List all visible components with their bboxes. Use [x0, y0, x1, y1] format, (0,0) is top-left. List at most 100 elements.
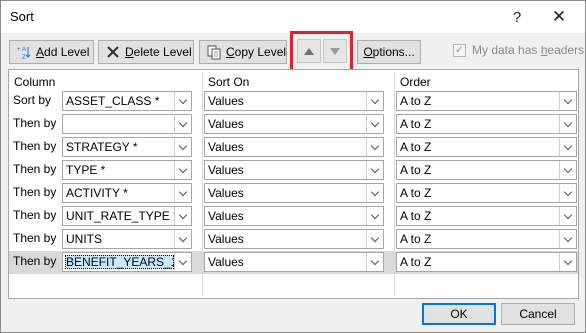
dropdown-arrow-icon[interactable] [174, 207, 191, 225]
help-button[interactable]: ? [497, 1, 537, 33]
dropdown-arrow-icon[interactable] [174, 161, 191, 179]
dropdown-arrow-icon[interactable] [174, 253, 191, 271]
order-select[interactable]: A to Z [396, 183, 577, 203]
add-level-icon: + A Z [16, 44, 32, 60]
order-select[interactable]: A to Z [396, 137, 577, 157]
dropdown-arrow-icon[interactable] [366, 253, 383, 271]
column-select[interactable] [62, 114, 192, 134]
ok-label: OK [450, 307, 468, 321]
column-header-column: Column [14, 75, 56, 89]
dropdown-arrow-icon[interactable] [174, 115, 191, 133]
cancel-button[interactable]: Cancel [501, 303, 575, 325]
dropdown-arrow-icon[interactable] [174, 184, 191, 202]
delete-level-button[interactable]: Delete Level [98, 40, 194, 64]
sort-on-select-value: Values [208, 209, 244, 223]
dropdown-arrow-icon[interactable] [174, 92, 191, 110]
order-select[interactable]: A to Z [396, 252, 577, 272]
sort-on-select-value: Values [208, 255, 244, 269]
order-select-value: A to Z [400, 255, 432, 269]
dropdown-arrow-icon[interactable] [559, 230, 576, 248]
row-label: Then by [13, 208, 57, 222]
column-select[interactable]: ACTIVITY * [62, 183, 192, 203]
options-label: Options... [363, 45, 415, 59]
row-label: Then by [13, 116, 57, 130]
dropdown-arrow-icon[interactable] [366, 115, 383, 133]
order-select[interactable]: A to Z [396, 114, 577, 134]
dropdown-arrow-icon[interactable] [366, 207, 383, 225]
dropdown-arrow-icon[interactable] [366, 184, 383, 202]
column-select[interactable]: BENEFIT_YEARS_15OR [62, 252, 192, 272]
order-select[interactable]: A to Z [396, 91, 577, 111]
row-label: Then by [13, 162, 57, 176]
sort-on-select[interactable]: Values [204, 229, 384, 249]
dropdown-arrow-icon[interactable] [559, 161, 576, 179]
options-button[interactable]: Options... [357, 40, 421, 64]
sort-on-select[interactable]: Values [204, 91, 384, 111]
column-select[interactable]: UNIT_RATE_TYPE * [62, 206, 192, 226]
sort-on-select-value: Values [208, 94, 244, 108]
cancel-label: Cancel [519, 307, 557, 321]
dropdown-arrow-icon[interactable] [559, 115, 576, 133]
row-label: Then by [13, 254, 57, 268]
column-select-value: UNITS [66, 232, 102, 246]
move-down-icon [330, 47, 340, 55]
sort-on-select[interactable]: Values [204, 137, 384, 157]
dropdown-arrow-icon[interactable] [559, 184, 576, 202]
order-select-value: A to Z [400, 140, 432, 154]
column-header-sort-on: Sort On [208, 75, 250, 89]
column-select-value: ASSET_CLASS * [66, 94, 160, 108]
my-data-has-headers[interactable]: ✓ My data has headers [453, 43, 584, 57]
add-level-button[interactable]: + A Z Add Level [9, 40, 94, 64]
column-select-value: STRATEGY * [66, 140, 138, 154]
order-select[interactable]: A to Z [396, 160, 577, 180]
column-select[interactable]: TYPE * [62, 160, 192, 180]
order-select[interactable]: A to Z [396, 206, 577, 226]
copy-level-label: Copy Level [226, 45, 287, 59]
column-header-order: Order [400, 75, 431, 89]
sort-on-select[interactable]: Values [204, 160, 384, 180]
dropdown-arrow-icon[interactable] [559, 253, 576, 271]
dropdown-arrow-icon[interactable] [174, 138, 191, 156]
move-up-button[interactable] [297, 39, 321, 63]
dropdown-arrow-icon[interactable] [559, 207, 576, 225]
title-bar: Sort ? ✕ [1, 1, 585, 33]
dropdown-arrow-icon[interactable] [559, 92, 576, 110]
row-label: Sort by [13, 93, 52, 107]
order-select-value: A to Z [400, 94, 432, 108]
dropdown-arrow-icon[interactable] [366, 230, 383, 248]
sort-on-select-value: Values [208, 140, 244, 154]
sort-on-select-value: Values [208, 163, 244, 177]
dropdown-arrow-icon[interactable] [174, 230, 191, 248]
column-select-value: UNIT_RATE_TYPE * [66, 209, 174, 223]
order-select-value: A to Z [400, 186, 432, 200]
close-icon: ✕ [551, 7, 567, 26]
row-label: Then by [13, 231, 57, 245]
column-select[interactable]: ASSET_CLASS * [62, 91, 192, 111]
move-up-icon [304, 47, 314, 55]
sort-on-select[interactable]: Values [204, 183, 384, 203]
copy-level-icon [206, 44, 222, 60]
order-select[interactable]: A to Z [396, 229, 577, 249]
sort-on-select-value: Values [208, 117, 244, 131]
dropdown-arrow-icon[interactable] [366, 138, 383, 156]
ok-button[interactable]: OK [422, 303, 496, 325]
sort-on-select[interactable]: Values [204, 252, 384, 272]
svg-text:Z: Z [22, 55, 26, 60]
dropdown-arrow-icon[interactable] [366, 92, 383, 110]
column-select-value: BENEFIT_YEARS_15OR [65, 255, 174, 269]
close-button[interactable]: ✕ [539, 1, 579, 33]
order-select-value: A to Z [400, 232, 432, 246]
column-select[interactable]: STRATEGY * [62, 137, 192, 157]
dropdown-arrow-icon[interactable] [559, 138, 576, 156]
column-select-value: TYPE * [66, 163, 106, 177]
column-select[interactable]: UNITS [62, 229, 192, 249]
dropdown-arrow-icon[interactable] [366, 161, 383, 179]
move-down-button[interactable] [323, 39, 347, 63]
delete-level-label: Delete Level [125, 45, 192, 59]
headers-checkbox[interactable]: ✓ [453, 43, 466, 57]
svg-text:A: A [22, 47, 26, 53]
sort-on-select[interactable]: Values [204, 114, 384, 134]
sort-on-select[interactable]: Values [204, 206, 384, 226]
copy-level-button[interactable]: Copy Level [199, 40, 287, 64]
dialog-title: Sort [10, 9, 34, 24]
